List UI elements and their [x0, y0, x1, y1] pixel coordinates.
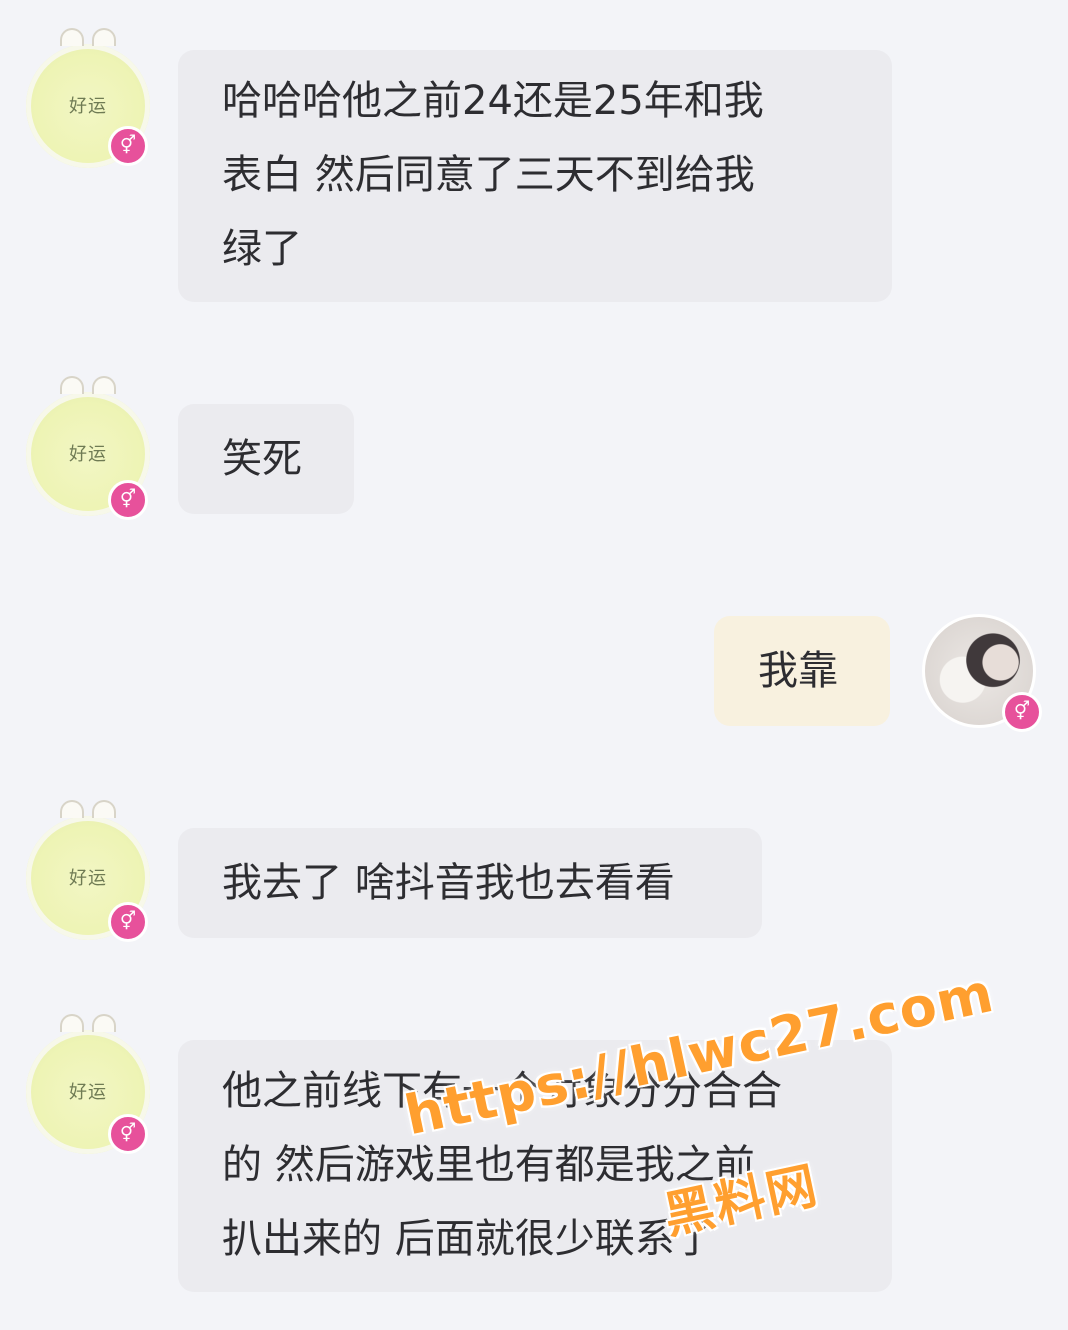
gender-badge-icon: ⚥: [108, 126, 148, 166]
right-ear-icon: [92, 800, 116, 818]
message-line: 笑死: [222, 436, 302, 482]
message-bubble[interactable]: 我去了 啥抖音我也去看看: [178, 828, 762, 938]
message-line: 我去了 啥抖音我也去看看: [222, 860, 675, 906]
avatar-ears: [56, 1014, 120, 1040]
chat-window: 好运 ⚥ 哈哈哈他之前24还是25年和我 表白 然后同意了三天不到给我 绿了 好…: [0, 0, 1068, 1330]
message-bubble[interactable]: 他之前线下有一个对象分分合合 的 然后游戏里也有都是我之前 扒出来的 后面就很少…: [178, 1040, 892, 1292]
my-message-bubble[interactable]: 我靠: [714, 616, 890, 726]
message-bubble[interactable]: 哈哈哈他之前24还是25年和我 表白 然后同意了三天不到给我 绿了: [178, 50, 892, 302]
avatar-label: 好运: [69, 1082, 107, 1103]
left-ear-icon: [60, 28, 84, 46]
gender-badge-icon: ⚥: [108, 480, 148, 520]
left-ear-icon: [60, 1014, 84, 1032]
left-ear-icon: [60, 376, 84, 394]
gender-badge-icon: ⚥: [1002, 692, 1042, 732]
gender-badge-icon: ⚥: [108, 1114, 148, 1154]
message-line: 他之前线下有一个对象分分合合: [222, 1068, 782, 1114]
avatar-label: 好运: [69, 868, 107, 889]
right-ear-icon: [92, 1014, 116, 1032]
gender-badge-icon: ⚥: [108, 902, 148, 942]
message-line: 哈哈哈他之前24还是25年和我: [222, 78, 764, 124]
message-line: 扒出来的 后面就很少联系了: [222, 1216, 715, 1262]
avatar-ears: [56, 800, 120, 826]
message-line: 我靠: [758, 648, 838, 694]
right-ear-icon: [92, 28, 116, 46]
right-ear-icon: [92, 376, 116, 394]
avatar-label: 好运: [69, 444, 107, 465]
left-ear-icon: [60, 800, 84, 818]
avatar-ears: [56, 28, 120, 54]
message-line: 表白 然后同意了三天不到给我: [222, 152, 755, 198]
message-bubble[interactable]: 笑死: [178, 404, 354, 514]
avatar-label: 好运: [69, 96, 107, 117]
avatar-ears: [56, 376, 120, 402]
message-line: 绿了: [222, 226, 302, 272]
message-line: 的 然后游戏里也有都是我之前: [222, 1142, 755, 1188]
